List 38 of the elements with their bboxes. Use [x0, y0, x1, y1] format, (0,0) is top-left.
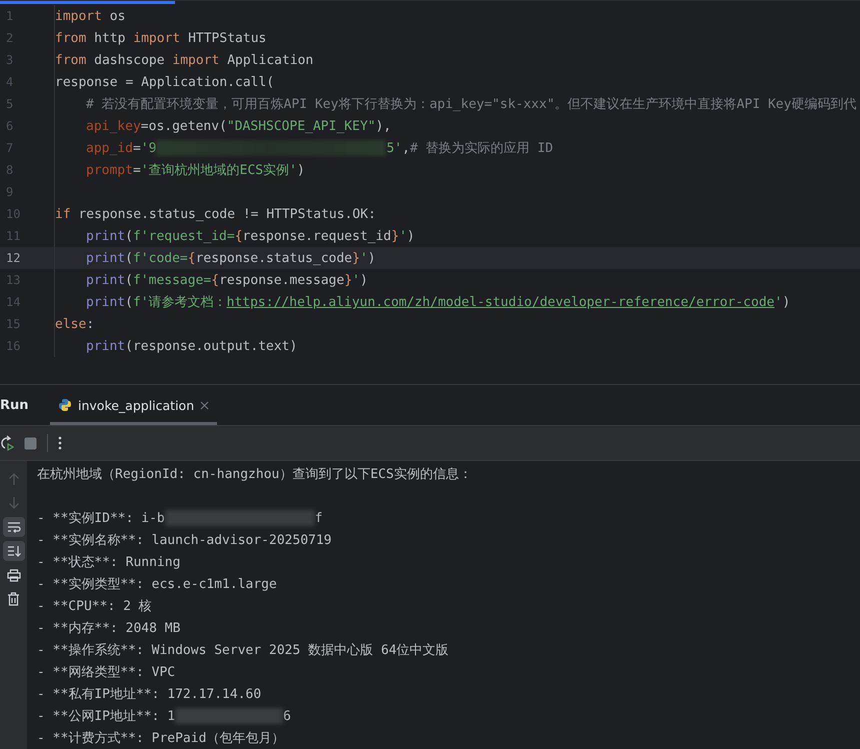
code-line: else:: [55, 316, 94, 332]
code-line: print(response.output.text): [86, 338, 298, 354]
code-line: api_key=os.getenv("DASHSCOPE_API_KEY"),: [86, 118, 392, 134]
code-line: print(f'请参考文档：https://help.aliyun.com/zh/model-studio/developer-reference/error-code'): [86, 294, 790, 311]
more-icon[interactable]: [58, 436, 62, 450]
output-line: - **CPU**: 2 核: [37, 598, 152, 615]
output-line: - **内存**: 2048 MB: [37, 620, 180, 637]
code-line: from http import HTTPStatus: [55, 30, 266, 46]
output-line: - **状态**: Running: [37, 554, 180, 571]
line-number: 12: [5, 251, 22, 265]
output-line: - **计费方式**: PrePaid（包年包月）: [37, 730, 284, 747]
output-line: - **实例ID**: i-b f: [37, 509, 323, 527]
output-line: - **网络类型**: VPC: [37, 664, 176, 681]
code-line: app_id='9 5',# 替换为实际的应用 ID: [86, 139, 554, 157]
code-line: print(f'request_id={response.request_id}'): [86, 228, 415, 244]
output-line: - **公网IP地址**: 1 6: [37, 707, 291, 725]
code-line: from dashscope import Application: [55, 52, 314, 68]
code-line: # 若没有配置环境变量，可用百炼API Key将下行替换为：api_key="sk-xxx"。但不建议在生产环境中直接将API Key硬编码到代: [86, 96, 856, 113]
output-line: 在杭州地域（RegionId: cn-hangzhou）查询到了以下ECS实例的信息：: [37, 466, 472, 483]
close-icon: [200, 400, 210, 410]
stop-icon[interactable]: [24, 436, 37, 450]
code-line: response = Application.call(: [55, 74, 274, 90]
soft-wrap-button[interactable]: [2, 517, 24, 537]
code-line: if response.status_code != HTTPStatus.OK:: [55, 206, 376, 222]
code-line: prompt='查询杭州地域的ECS实例'): [86, 162, 305, 179]
scroll-to-end-button[interactable]: [2, 541, 24, 561]
panel-title: Run: [0, 398, 30, 412]
python-icon: [58, 398, 72, 412]
output-line: - **实例类型**: ecs.e-c1m1.large: [37, 576, 277, 593]
wrap-icon: [6, 521, 20, 533]
code-line: import os: [55, 8, 126, 24]
output-line: - **实例名称**: launch-advisor-20250719: [37, 532, 332, 549]
code-line: print(f'code={response.status_code}'): [86, 250, 376, 266]
code-line: print(f'message={response.message}'): [86, 272, 368, 288]
output-line: - **私有IP地址**: 172.17.14.60: [37, 686, 262, 703]
output-line: - **操作系统**: Windows Server 2025 数据中心版 64位中文版: [37, 642, 449, 659]
scroll-down-icon: [6, 545, 20, 557]
rerun-icon[interactable]: [0, 435, 14, 451]
